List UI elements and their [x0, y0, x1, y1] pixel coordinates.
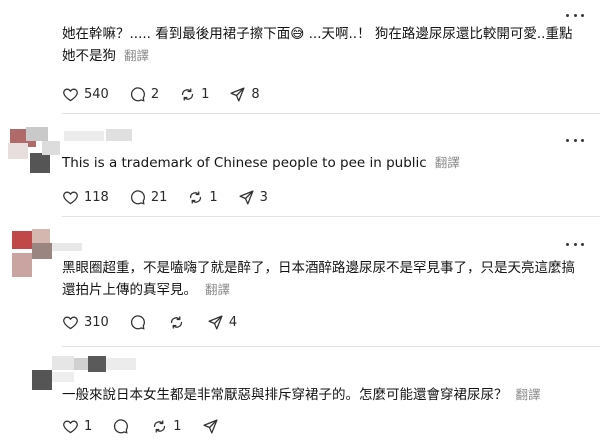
comment-icon: [130, 86, 145, 102]
heart-icon: [63, 420, 78, 433]
comment-icon: [130, 314, 145, 330]
heart-icon: [63, 191, 78, 204]
comment: 一般來說日本女生都是非常厭惡與排斥穿裙子的。怎麼可能還會穿裙尿尿？ 翻譯 1 1: [0, 347, 600, 444]
comment-text: This is a trademark of Chinese people to…: [62, 155, 460, 171]
share-button[interactable]: [202, 418, 219, 435]
reply-button[interactable]: [112, 418, 129, 435]
like-count: 540: [84, 86, 109, 102]
like-button[interactable]: 118: [62, 189, 109, 206]
share-button[interactable]: 3: [238, 189, 268, 206]
action-bar: 1 1: [62, 416, 239, 436]
repost-icon: [190, 190, 202, 204]
comment: 她在幹嘛？..... 看到最後用裙子擦下面😅 ...天啊..！ 狗在路邊尿尿還比…: [0, 0, 600, 113]
like-count: 1: [84, 418, 93, 434]
comment-icon: [130, 189, 145, 205]
action-bar: 540 2 1 8: [62, 84, 280, 104]
reply-button[interactable]: 21: [129, 189, 168, 206]
repost-icon: [182, 87, 194, 101]
reply-button[interactable]: 2: [129, 86, 159, 103]
like-button[interactable]: 1: [62, 418, 92, 435]
repost-count: 1: [173, 418, 182, 434]
share-icon: [203, 418, 218, 434]
repost-count: 1: [209, 189, 218, 205]
more-options-icon[interactable]: [566, 137, 584, 143]
share-count: 3: [259, 189, 268, 205]
reply-count: 21: [150, 189, 168, 205]
comment-icon: [114, 418, 129, 434]
repost-button[interactable]: 1: [187, 189, 218, 206]
translate-link[interactable]: 翻譯: [124, 48, 149, 63]
comment-text: 一般來說日本女生都是非常厭惡與排斥穿裙子的。怎麼可能還會穿裙尿尿？ 翻譯: [62, 387, 541, 403]
more-options-icon[interactable]: [566, 241, 584, 247]
like-count: 310: [84, 314, 109, 330]
share-count: 8: [251, 86, 260, 102]
repost-button[interactable]: 1: [151, 418, 182, 435]
repost-icon: [154, 419, 166, 433]
share-count: 4: [228, 314, 238, 330]
repost-icon: [170, 315, 182, 329]
more-options-icon[interactable]: [566, 12, 584, 18]
translate-link[interactable]: 翻譯: [435, 155, 460, 170]
share-button[interactable]: 4: [207, 314, 237, 331]
comment: This is a trademark of Chinese people to…: [0, 114, 600, 216]
repost-count: 1: [201, 86, 210, 102]
share-icon: [208, 314, 223, 330]
share-icon: [239, 189, 254, 205]
heart-icon: [63, 88, 78, 101]
reply-count: 2: [150, 86, 160, 102]
translate-link[interactable]: 翻譯: [516, 387, 541, 402]
heart-icon: [63, 316, 78, 329]
translate-link[interactable]: 翻譯: [205, 282, 230, 297]
repost-button[interactable]: [168, 314, 185, 331]
like-button[interactable]: 540: [62, 86, 109, 103]
share-button[interactable]: 8: [229, 86, 260, 103]
comment-text: 她在幹嘛？..... 看到最後用裙子擦下面😅 ...天啊..！ 狗在路邊尿尿還比…: [62, 26, 573, 64]
like-button[interactable]: 310: [62, 314, 109, 331]
action-bar: 310 4: [62, 312, 257, 332]
like-count: 118: [84, 189, 109, 205]
action-bar: 118 21 1 3: [62, 187, 288, 207]
comment: 黑眼圈超重，不是嗑嗨了就是醉了，日本酒醉路邊尿尿不是罕見事了，只是天亮這麼搞還拍…: [0, 217, 600, 346]
reply-button[interactable]: [129, 314, 146, 331]
comment-text: 黑眼圈超重，不是嗑嗨了就是醉了，日本酒醉路邊尿尿不是罕見事了，只是天亮這麼搞還拍…: [62, 260, 575, 298]
repost-button[interactable]: 1: [179, 86, 209, 103]
share-icon: [230, 86, 245, 102]
